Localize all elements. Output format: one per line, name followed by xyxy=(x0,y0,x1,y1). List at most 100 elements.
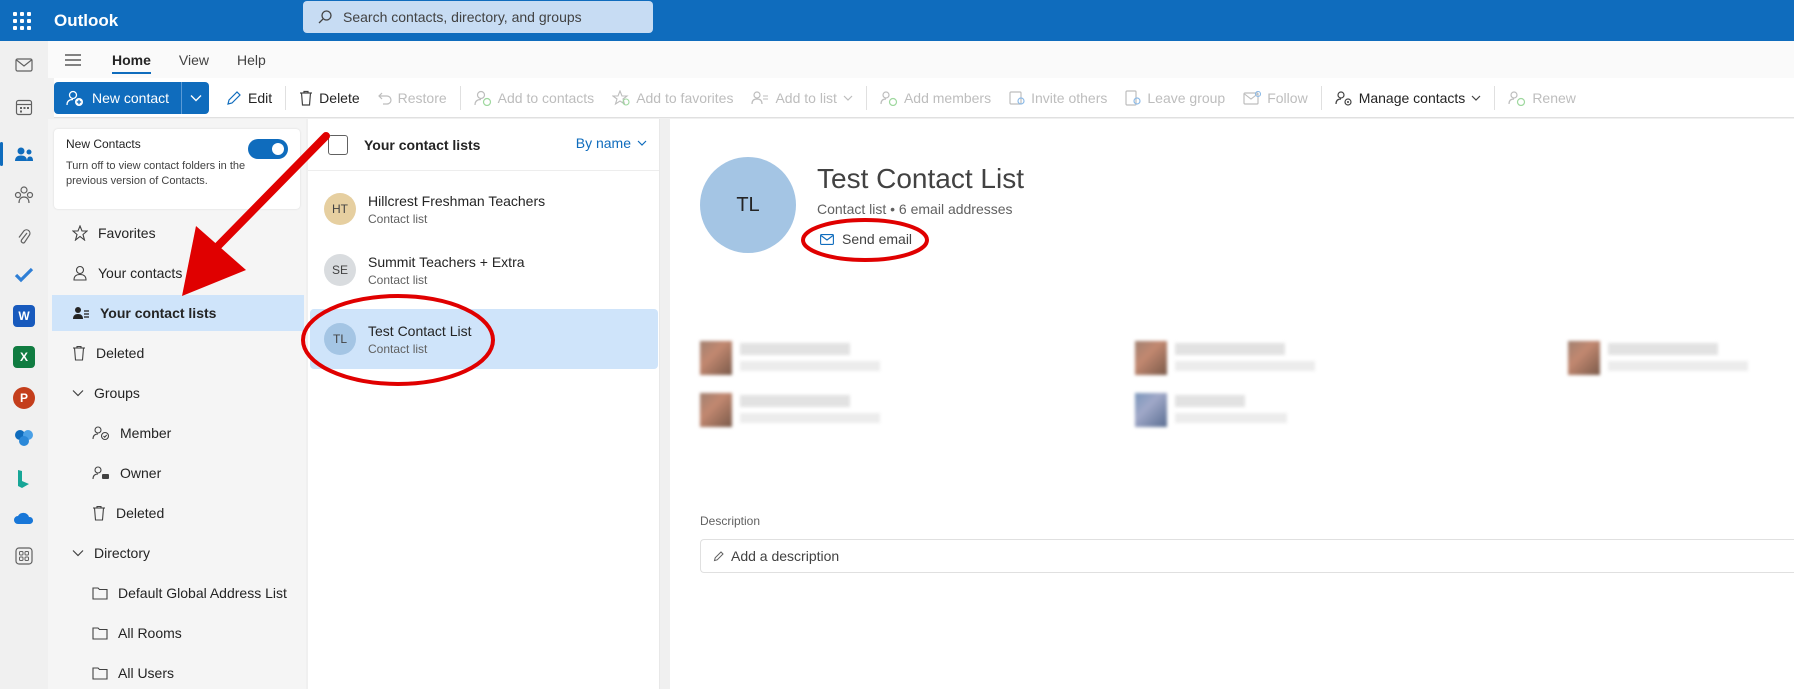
more-apps-icon[interactable] xyxy=(0,536,48,576)
nav-item-groups-deleted[interactable]: Deleted xyxy=(52,495,304,531)
separator xyxy=(1320,85,1322,110)
app-launcher-icon[interactable] xyxy=(0,0,44,41)
description-input[interactable]: Add a description xyxy=(700,539,1794,573)
nav-section-directory[interactable]: Directory xyxy=(52,535,304,571)
nav-item-label: Directory xyxy=(94,545,151,561)
member-card[interactable] xyxy=(1568,337,1748,377)
nav-item-label: Your contacts xyxy=(98,265,183,281)
groups-icon[interactable] xyxy=(0,175,48,215)
avatar: TL xyxy=(700,157,796,253)
sort-by-button[interactable]: By name xyxy=(576,135,647,151)
send-email-button[interactable]: Send email xyxy=(820,231,912,247)
nav-item-label: Deleted xyxy=(96,345,145,361)
manage-contacts-label: Manage contacts xyxy=(1358,89,1466,106)
nav-item-owner[interactable]: Owner xyxy=(52,455,304,491)
contact-list-pane: Your contact lists By name HT Hillcrest … xyxy=(308,119,660,689)
chevron-down-icon xyxy=(190,94,202,101)
menu-icon[interactable] xyxy=(48,41,98,78)
viva-engage-icon[interactable] xyxy=(0,418,48,458)
member-photo xyxy=(700,341,732,375)
list-item[interactable]: HT Hillcrest Freshman Teachers Contact l… xyxy=(310,179,658,239)
tab-home[interactable]: Home xyxy=(98,41,165,78)
nav-item-label: Owner xyxy=(120,465,162,481)
add-to-list-button[interactable]: Add to list xyxy=(742,82,861,114)
add-to-list-label: Add to list xyxy=(775,89,837,106)
sort-by-label: By name xyxy=(575,135,631,151)
delete-button[interactable]: Delete xyxy=(290,82,368,114)
new-contacts-toggle[interactable] xyxy=(248,139,288,159)
app-title[interactable]: Outlook xyxy=(54,11,118,31)
chevron-down-icon xyxy=(637,140,647,146)
leave-group-label: Leave group xyxy=(1147,89,1226,106)
nav-item-member[interactable]: Member xyxy=(52,415,304,451)
search-icon xyxy=(318,10,332,24)
list-item-name: Hillcrest Freshman Teachers xyxy=(368,192,546,209)
nav-item-deleted[interactable]: Deleted xyxy=(52,335,304,371)
people-check-icon xyxy=(92,426,110,441)
nav-item-favorites[interactable]: Favorites xyxy=(52,215,304,251)
invite-others-label: Invite others xyxy=(1031,89,1108,106)
add-person-icon xyxy=(66,90,83,106)
leave-icon xyxy=(1125,89,1141,106)
new-contact-dropdown[interactable] xyxy=(181,81,210,114)
nav-item-all-users[interactable]: All Users xyxy=(52,655,304,689)
person-icon xyxy=(73,265,87,281)
left-navigation: New Contacts Turn off to view contact fo… xyxy=(48,119,306,689)
star-add-icon xyxy=(612,89,630,106)
tab-view[interactable]: View xyxy=(165,41,223,78)
search-placeholder: Search contacts, directory, and groups xyxy=(343,9,582,25)
star-icon xyxy=(72,225,88,241)
add-members-button[interactable]: Add members xyxy=(871,82,1000,114)
nav-item-label: Your contact lists xyxy=(100,305,217,321)
nav-item-all-rooms[interactable]: All Rooms xyxy=(52,615,304,651)
add-to-contacts-button[interactable]: Add to contacts xyxy=(465,82,604,114)
todo-icon[interactable] xyxy=(0,255,48,295)
invite-others-button[interactable]: Invite others xyxy=(1000,82,1116,114)
list-header-title: Your contact lists xyxy=(364,136,481,153)
onedrive-icon[interactable] xyxy=(0,498,48,538)
manage-contacts-button[interactable]: Manage contacts xyxy=(1326,82,1491,114)
nav-item-your-contacts[interactable]: Your contacts xyxy=(52,255,304,291)
new-contact-button[interactable]: New contact xyxy=(54,81,182,114)
nav-item-label: All Rooms xyxy=(118,625,182,641)
new-contact-label: New contact xyxy=(92,89,170,106)
leave-group-button[interactable]: Leave group xyxy=(1116,82,1234,114)
follow-button[interactable]: Follow xyxy=(1234,82,1316,114)
member-card[interactable] xyxy=(700,337,880,377)
search-input[interactable]: Search contacts, directory, and groups xyxy=(303,1,653,33)
restore-button[interactable]: Restore xyxy=(369,82,456,114)
add-members-label: Add members xyxy=(903,89,992,106)
people-owner-icon xyxy=(92,466,109,480)
attachment-icon[interactable] xyxy=(0,217,48,257)
member-card[interactable] xyxy=(1135,389,1315,429)
nav-section-groups[interactable]: Groups xyxy=(52,375,304,411)
people-list-icon xyxy=(73,307,89,319)
excel-icon[interactable]: X xyxy=(0,337,48,377)
people-renew-icon xyxy=(1508,90,1526,106)
member-photo xyxy=(1568,341,1600,375)
add-to-favorites-button[interactable]: Add to favorites xyxy=(603,82,742,114)
word-icon[interactable]: W xyxy=(0,296,48,336)
chevron-down-icon xyxy=(72,550,84,557)
tab-help[interactable]: Help xyxy=(223,41,280,78)
new-contacts-card: New Contacts Turn off to view contact fo… xyxy=(54,129,300,209)
people-icon[interactable] xyxy=(0,134,48,174)
folder-icon xyxy=(92,587,108,600)
bookings-icon[interactable] xyxy=(0,459,48,499)
list-item-type: Contact list xyxy=(368,211,428,226)
mail-icon[interactable] xyxy=(0,45,48,85)
calendar-icon[interactable] xyxy=(0,87,48,127)
member-card[interactable] xyxy=(700,389,880,429)
powerpoint-icon[interactable]: P xyxy=(0,378,48,418)
list-item[interactable]: TL Test Contact List Contact list xyxy=(310,309,658,369)
nav-item-your-contact-lists[interactable]: Your contact lists xyxy=(52,295,304,331)
select-all-checkbox[interactable] xyxy=(328,134,348,155)
member-card[interactable] xyxy=(1135,337,1315,377)
separator xyxy=(459,85,461,110)
edit-button[interactable]: Edit xyxy=(217,82,281,114)
avatar: SE xyxy=(324,254,356,286)
renew-button[interactable]: Renew xyxy=(1499,82,1585,114)
nav-item-default-gal[interactable]: Default Global Address List xyxy=(52,575,304,611)
undo-icon xyxy=(377,92,392,105)
list-item[interactable]: SE Summit Teachers + Extra Contact list xyxy=(310,240,658,300)
